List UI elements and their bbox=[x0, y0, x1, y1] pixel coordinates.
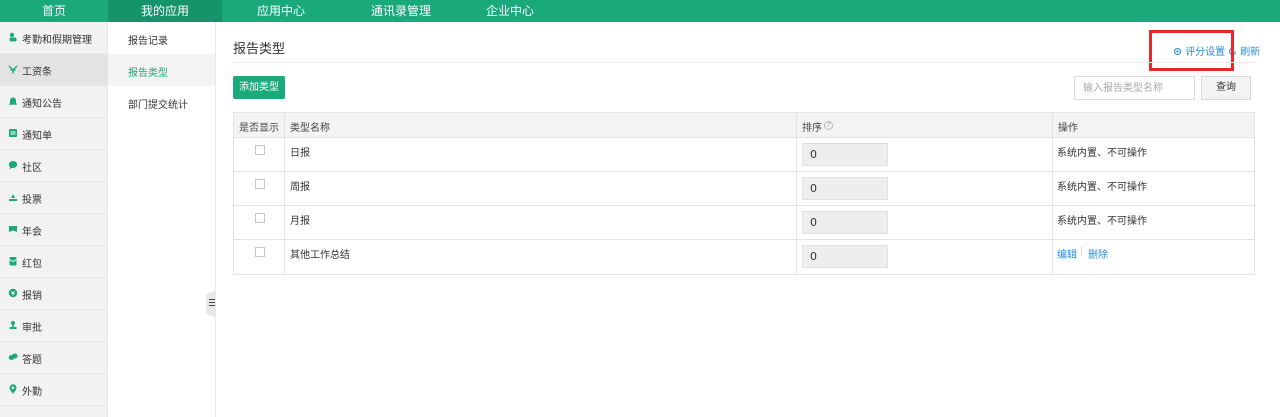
header-cell-visible: 是否显示 bbox=[234, 113, 285, 137]
sort-input[interactable]: 0 bbox=[802, 211, 888, 234]
sidebar-item-payslip[interactable]: 工资条 bbox=[0, 54, 108, 86]
location-pin-icon bbox=[8, 384, 18, 394]
type-name: 月报 bbox=[290, 216, 310, 227]
operation-text: 系统内置、不可操作 bbox=[1057, 216, 1147, 227]
help-icon[interactable]: ? bbox=[824, 121, 833, 130]
sidebar-item-label: 考勤和假期管理 bbox=[22, 35, 92, 46]
sidebar-item-field-work[interactable]: 外勤 bbox=[0, 374, 108, 406]
sidebar-item-notice-form[interactable]: 通知单 bbox=[0, 118, 108, 150]
sidebar-item-label: 工资条 bbox=[22, 67, 52, 78]
sort-input[interactable]: 0 bbox=[802, 245, 888, 268]
header-divider bbox=[233, 62, 1255, 63]
sidebar-item-red-envelope[interactable]: 红包 bbox=[0, 246, 108, 278]
reimburse-icon bbox=[8, 288, 18, 298]
sort-input[interactable]: 0 bbox=[802, 177, 888, 200]
chat-bubble-icon bbox=[8, 160, 18, 170]
submenu-item-label: 部门提交统计 bbox=[128, 100, 188, 111]
quiz-icon bbox=[8, 352, 18, 362]
sort-input[interactable]: 0 bbox=[802, 143, 888, 166]
sidebar-item-label: 答题 bbox=[22, 355, 42, 366]
sidebar-item-label: 红包 bbox=[22, 259, 42, 270]
sidebar-item-label: 审批 bbox=[22, 323, 42, 334]
sidebar-item-vote[interactable]: 投票 bbox=[0, 182, 108, 214]
submenu-item-dept-stats[interactable]: 部门提交统计 bbox=[108, 86, 215, 118]
page-title: 报告类型 bbox=[233, 42, 286, 57]
sidebar-item-quiz[interactable]: 答题 bbox=[0, 342, 108, 374]
top-nav: 首页 我的应用 应用中心 通讯录管理 企业中心 bbox=[0, 0, 1280, 22]
bell-icon bbox=[8, 96, 18, 106]
query-button[interactable]: 查询 bbox=[1201, 76, 1251, 100]
highlight-box bbox=[1149, 30, 1234, 71]
table-row: 月报 0 系统内置、不可操作 bbox=[234, 206, 1254, 240]
operation-text: 系统内置、不可操作 bbox=[1057, 148, 1147, 159]
sidebar-item-label: 外勤 bbox=[22, 387, 42, 398]
sidebar-item-attendance[interactable]: 考勤和假期管理 bbox=[0, 22, 108, 54]
header-cell-actions: 操作 bbox=[1058, 123, 1078, 134]
payslip-icon bbox=[8, 64, 18, 74]
table-row: 其他工作总结 0 编辑 | 删除 bbox=[234, 240, 1254, 274]
link-separator: | bbox=[1080, 246, 1084, 257]
tab-app-center[interactable]: 应用中心 bbox=[222, 0, 340, 22]
vote-icon bbox=[8, 192, 18, 202]
notice-form-icon bbox=[8, 128, 18, 138]
sidebar-item-community[interactable]: 社区 bbox=[0, 150, 108, 182]
sidebar-item-label: 通知单 bbox=[22, 131, 52, 142]
red-envelope-icon bbox=[8, 256, 18, 266]
report-type-table: 是否显示 类型名称 排序? 操作 日报 0 系统内置、不可操作 周报 0 系统内… bbox=[233, 112, 1255, 275]
header-cell-sort: 排序? bbox=[797, 113, 1053, 137]
submenu-item-report-types[interactable]: 报告类型 bbox=[108, 54, 215, 86]
submenu-item-label: 报告类型 bbox=[128, 68, 168, 79]
sidebar-item-approval[interactable]: 审批 bbox=[0, 310, 108, 342]
submenu-item-label: 报告记录 bbox=[128, 36, 168, 47]
table-row: 日报 0 系统内置、不可操作 bbox=[234, 138, 1254, 172]
tab-enterprise[interactable]: 企业中心 bbox=[462, 0, 558, 22]
edit-link[interactable]: 编辑 bbox=[1057, 246, 1077, 261]
type-name: 日报 bbox=[290, 148, 310, 159]
collapse-handle[interactable] bbox=[206, 290, 216, 318]
show-checkbox[interactable] bbox=[255, 247, 265, 257]
operation-text: 系统内置、不可操作 bbox=[1057, 182, 1147, 193]
banner-icon bbox=[8, 224, 18, 234]
menu-lines-icon bbox=[209, 299, 215, 300]
sidebar: 考勤和假期管理 工资条 通知公告 通知单 社区 投票 年会 红包 报销 审批 答… bbox=[0, 22, 108, 417]
sidebar-item-announcements[interactable]: 通知公告 bbox=[0, 86, 108, 118]
sidebar-item-annual-party[interactable]: 年会 bbox=[0, 214, 108, 246]
type-name: 周报 bbox=[290, 182, 310, 193]
submenu: 报告记录 报告类型 部门提交统计 bbox=[108, 22, 216, 417]
delete-link[interactable]: 删除 bbox=[1088, 246, 1108, 261]
refresh-label: 刷新 bbox=[1240, 47, 1261, 58]
show-checkbox[interactable] bbox=[255, 213, 265, 223]
type-name: 其他工作总结 bbox=[290, 250, 350, 261]
sidebar-item-label: 社区 bbox=[22, 163, 42, 174]
submenu-item-report-records[interactable]: 报告记录 bbox=[108, 22, 215, 54]
sidebar-item-reimburse[interactable]: 报销 bbox=[0, 278, 108, 310]
header-cell-name: 类型名称 bbox=[285, 113, 797, 137]
sidebar-item-label: 报销 bbox=[22, 291, 42, 302]
approval-icon bbox=[8, 320, 18, 330]
search-input[interactable] bbox=[1074, 76, 1195, 100]
tab-contacts[interactable]: 通讯录管理 bbox=[340, 0, 462, 22]
tab-home[interactable]: 首页 bbox=[0, 0, 108, 22]
table-row: 周报 0 系统内置、不可操作 bbox=[234, 172, 1254, 206]
add-type-button[interactable]: 添加类型 bbox=[233, 76, 285, 99]
sidebar-item-label: 通知公告 bbox=[22, 99, 62, 110]
show-checkbox[interactable] bbox=[255, 179, 265, 189]
show-checkbox[interactable] bbox=[255, 145, 265, 155]
tab-my-apps[interactable]: 我的应用 bbox=[108, 0, 222, 22]
sidebar-item-label: 年会 bbox=[22, 227, 42, 238]
sidebar-item-label: 投票 bbox=[22, 195, 42, 206]
attendance-icon bbox=[8, 32, 18, 42]
table-header: 是否显示 类型名称 排序? 操作 bbox=[234, 113, 1254, 138]
